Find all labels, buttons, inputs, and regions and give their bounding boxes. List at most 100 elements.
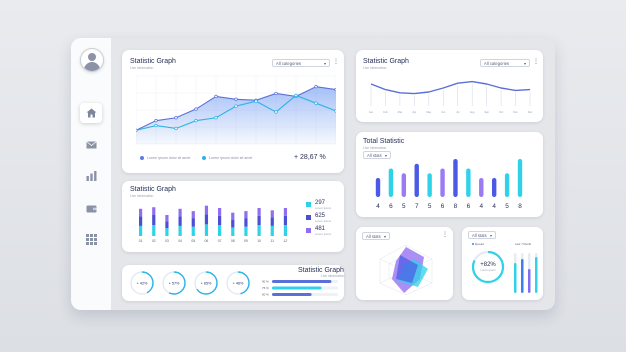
x-tick-label: 01 <box>139 239 143 243</box>
card-subtitle: Live information <box>363 66 387 70</box>
bar-segment <box>178 208 182 217</box>
category-dropdown[interactable]: All categories ▾ <box>272 59 330 67</box>
bar-segment <box>218 208 222 216</box>
card-subtitle: Live information <box>130 194 154 198</box>
bar-segment <box>257 208 261 216</box>
bar-chart-icon <box>86 171 96 181</box>
bar-segment <box>178 225 182 236</box>
bar-label: 75 % <box>262 286 269 290</box>
card-title: Statistic Graph <box>130 58 176 65</box>
line-chart: Jan Feb Mar Apr May Jun Jul Aug Sep Oct Nov Dec <box>369 80 533 114</box>
bar-segment <box>270 225 274 236</box>
sidebar-item-wallet[interactable] <box>80 198 102 218</box>
stats-dropdown[interactable]: All stats ▾ <box>468 231 496 239</box>
legend-label: Lorem ipsum dolor sit amet <box>147 156 191 160</box>
x-tick-label: Jul <box>456 110 460 114</box>
bar <box>453 159 458 197</box>
grouped-bar-chart: 01 02 03 04 05 06 07 08 09 10 11 12 <box>139 205 288 243</box>
mini-bar-chart <box>514 253 538 293</box>
bar-segment <box>139 208 143 217</box>
bar <box>388 168 394 197</box>
sidebar-item-home[interactable] <box>80 103 102 123</box>
x-tick-label: 8 <box>454 203 458 210</box>
dropdown-value: All stats <box>472 232 487 238</box>
chevron-down-icon: ▾ <box>489 232 492 238</box>
data-point <box>136 128 138 133</box>
ring-label: + 46% <box>233 281 244 285</box>
x-tick-label: Mar <box>398 110 403 114</box>
x-tick-label: 6 <box>389 203 393 210</box>
bar-segment <box>244 211 248 219</box>
bar <box>517 159 523 197</box>
bar-segment <box>139 216 143 226</box>
data-point <box>194 119 198 123</box>
sidebar-item-mail[interactable] <box>80 135 102 155</box>
legend-item-2: Lorem ipsum dolor sit amet <box>202 156 252 160</box>
data-point <box>274 91 278 96</box>
data-point <box>214 94 218 99</box>
data-point <box>334 87 336 92</box>
bar-fill <box>272 280 332 283</box>
more-icon[interactable]: ⋮ <box>333 58 339 65</box>
home-icon <box>86 108 96 118</box>
more-icon[interactable]: ⋮ <box>533 58 539 65</box>
data-point <box>174 116 178 120</box>
x-tick-label: 09 <box>244 239 248 243</box>
x-tick-label: 6 <box>441 203 445 210</box>
bar <box>466 168 471 197</box>
data-point <box>174 126 178 131</box>
bar-label: 90 % <box>262 280 269 284</box>
x-tick-label: 05 <box>191 239 195 243</box>
data-point <box>234 104 238 108</box>
x-tick-label: Oct <box>499 110 503 114</box>
data-point <box>274 110 278 114</box>
data-point <box>194 107 198 111</box>
x-tick-label: 02 <box>152 239 156 243</box>
bar-segment <box>283 215 288 226</box>
sidebar-item-apps[interactable] <box>80 229 102 249</box>
x-tick-label: Jun <box>441 110 446 114</box>
avatar[interactable] <box>80 48 104 72</box>
bar-segment <box>204 214 209 225</box>
sidebar-item-stats[interactable] <box>80 166 102 186</box>
area-chart <box>136 75 336 145</box>
bar-segment <box>152 207 156 215</box>
card-subtitle: Live information <box>130 66 154 70</box>
card-title: Statistic Graph <box>130 186 176 193</box>
bar-fill <box>272 286 322 290</box>
data-point <box>314 85 318 89</box>
bar-segment <box>165 215 169 222</box>
bar-segment <box>231 227 235 236</box>
label-spread: Spread <box>472 242 484 246</box>
bar <box>427 173 432 197</box>
grid-icon <box>85 233 97 245</box>
radar-card: All stats ▾ ⋮ <box>356 227 453 300</box>
bar-segment <box>178 216 182 226</box>
ring-label: + 42% <box>137 281 148 285</box>
x-tick-label: 5 <box>402 203 406 210</box>
stat-label: Lorem ipsum <box>315 218 332 223</box>
mail-icon <box>85 141 97 149</box>
category-dropdown[interactable]: All categories ▾ <box>480 59 530 67</box>
wallet-icon <box>86 205 96 212</box>
more-icon[interactable]: ⋮ <box>442 231 448 238</box>
bar-segment <box>231 219 235 228</box>
bar <box>504 173 510 197</box>
stats-dropdown[interactable]: All stats ▾ <box>362 232 390 240</box>
progress-bars: 90 % 75 % 60 % <box>262 280 338 297</box>
dropdown-value: All stats <box>366 233 381 239</box>
main-graph-card: Statistic Graph Live information All cat… <box>122 50 344 173</box>
stat-item: 297 Lorem ipsum <box>306 198 331 211</box>
bar-segment <box>204 205 209 215</box>
legend-dot <box>202 156 206 160</box>
bar <box>414 163 419 197</box>
donut-value: +82% <box>480 262 496 268</box>
chevron-down-icon: ▾ <box>323 60 326 66</box>
data-point <box>154 119 158 123</box>
bar <box>491 178 497 197</box>
ring-label: + 65% <box>201 281 212 285</box>
data-point <box>154 123 158 128</box>
stat-item: 625 Lorem ipsum <box>306 211 331 224</box>
data-point <box>214 116 218 120</box>
bar-segment <box>244 218 248 227</box>
